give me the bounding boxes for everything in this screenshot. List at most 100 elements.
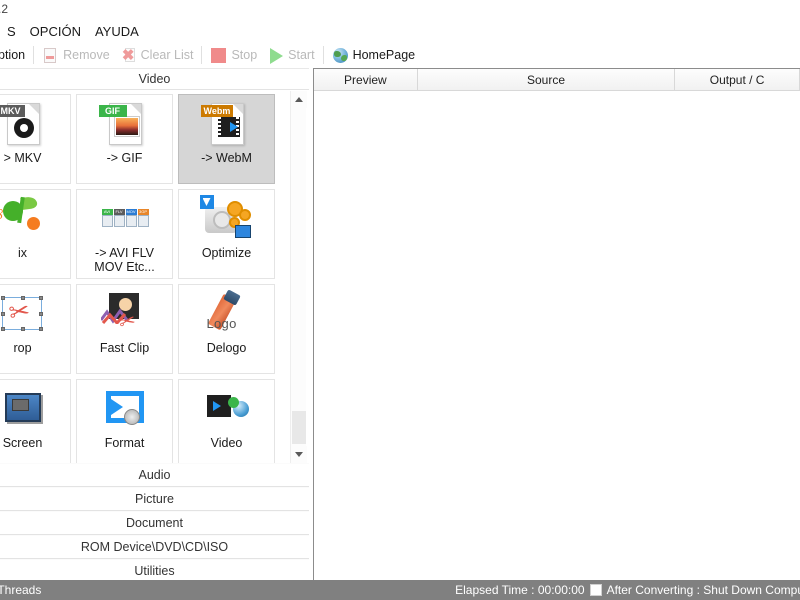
tile-grid-viewport: MKV > MKV GIF -> GIF Webm -> WebM ix AVI… (0, 91, 309, 463)
tile-screen-recorder[interactable]: Screen (0, 379, 71, 463)
toolbar-separator (33, 46, 35, 64)
tile-label: -> WebM (201, 151, 252, 165)
category-header-video[interactable]: Video (0, 68, 309, 90)
toolbar-option-label: ption (0, 48, 26, 62)
column-header-label: Source (527, 72, 566, 87)
toolbar-stop-label: Stop (231, 48, 258, 62)
tile-format-player[interactable]: Format (76, 379, 173, 463)
tile-label: ix (17, 246, 28, 260)
column-header-label: Output / C (709, 72, 765, 87)
toolbar-option-button[interactable]: ption (0, 43, 30, 67)
tile-mix[interactable]: 𝄶 ix (0, 189, 71, 279)
status-elapsed-time-label: Elapsed Time : 00:00:00 (455, 583, 585, 597)
category-label: Utilities (134, 564, 175, 578)
list-view-header: Preview Source Output / C (314, 69, 800, 91)
tile-label: -> AVI FLV MOV Etc... (94, 246, 155, 274)
crop-scissors-icon: ✂ (0, 290, 51, 340)
column-header-source[interactable]: Source (417, 69, 676, 91)
eraser-icon: Logo (199, 289, 255, 340)
tile-grid: MKV > MKV GIF -> GIF Webm -> WebM ix AVI… (0, 92, 278, 463)
tile-convert-mkv[interactable]: MKV > MKV (0, 94, 71, 184)
category-header-video-label: Video (138, 72, 171, 86)
stop-icon (210, 47, 227, 64)
gif-file-icon: GIF (97, 100, 153, 150)
tile-label: Video (210, 436, 243, 450)
menu-item-opcion[interactable]: OPCIÓN (23, 22, 88, 41)
tile-label: -> GIF (106, 151, 143, 165)
multi-format-icon: AVI FLV MOV 3GP (97, 195, 153, 245)
delogo-logo-text: Logo (206, 316, 237, 331)
status-threads-label: ulti-Threads (0, 583, 42, 597)
column-header-label: Preview (344, 72, 387, 87)
toolbar: ption Remove ✖ Clear List Stop Start Hom… (0, 42, 800, 68)
category-label: ROM Device\DVD\CD\ISO (80, 540, 229, 554)
category-item-rom-device[interactable]: ROM Device\DVD\CD\ISO (0, 535, 309, 559)
webm-file-icon: Webm (199, 100, 255, 150)
toolbar-clear-list-button[interactable]: ✖ Clear List (115, 43, 199, 67)
tile-label: Fast Clip (99, 341, 150, 355)
toolbar-remove-button[interactable]: Remove (37, 43, 115, 67)
left-panel: Video MKV > MKV GIF -> GIF Webm -> WebM … (0, 68, 309, 583)
toolbar-stop-button[interactable]: Stop (205, 43, 262, 67)
music-note-icon: 𝄶 (0, 195, 51, 245)
tile-label: Delogo (206, 341, 247, 355)
menu-bar: S OPCIÓN AYUDA (0, 21, 800, 42)
tile-convert-avi-flv-mov[interactable]: AVI FLV MOV 3GP -> AVI FLV MOV Etc... (76, 189, 173, 279)
video-downloader-icon (199, 385, 255, 435)
tile-fast-clip[interactable]: ✂ Fast Clip (76, 284, 173, 374)
toolbar-homepage-button[interactable]: HomePage (327, 43, 421, 67)
category-item-picture[interactable]: Picture (0, 487, 309, 511)
category-label: Picture (135, 492, 174, 506)
tile-convert-gif[interactable]: GIF -> GIF (76, 94, 173, 184)
scroll-down-arrow-icon[interactable] (291, 446, 307, 463)
toolbar-homepage-label: HomePage (352, 48, 416, 62)
tile-grid-scrollbar[interactable] (290, 91, 307, 463)
remove-icon (42, 47, 59, 64)
application-window: .2 S OPCIÓN AYUDA ption Remove ✖ Clear L… (0, 0, 800, 600)
optimize-icon (199, 195, 255, 245)
scrollbar-thumb[interactable] (292, 411, 306, 444)
tile-label: Format (104, 436, 145, 450)
category-item-audio[interactable]: Audio (0, 463, 309, 487)
menu-item-ayuda[interactable]: AYUDA (88, 22, 146, 41)
column-header-preview[interactable]: Preview (314, 69, 418, 91)
screen-recorder-icon (0, 385, 51, 435)
category-item-document[interactable]: Document (0, 511, 309, 535)
menu-item-truncated[interactable]: S (0, 22, 23, 41)
start-icon (267, 47, 284, 64)
toolbar-start-button[interactable]: Start (262, 43, 319, 67)
clear-list-icon: ✖ (121, 46, 135, 64)
globe-icon (332, 47, 349, 64)
category-label: Audio (138, 468, 171, 482)
tile-convert-webm[interactable]: Webm -> WebM (178, 94, 275, 184)
category-accordion: Audio Picture Document ROM Device\DVD\CD… (0, 463, 309, 583)
title-bar: .2 (0, 0, 800, 20)
tile-label: rop (13, 341, 32, 355)
after-converting-checkbox[interactable] (589, 584, 602, 596)
tile-label: Screen (2, 436, 43, 450)
status-bar: ulti-Threads Elapsed Time : 00:00:00 Aft… (0, 580, 800, 600)
tile-optimize[interactable]: Optimize (178, 189, 275, 279)
tile-crop[interactable]: ✂ rop (0, 284, 71, 374)
tile-video-downloader[interactable]: Video (178, 379, 275, 463)
list-view-body[interactable] (314, 91, 800, 580)
tile-delogo[interactable]: Logo Delogo (178, 284, 275, 374)
tile-label: > MKV (3, 151, 42, 165)
toolbar-separator (201, 46, 203, 64)
gp3-chip-label: 3GP (137, 209, 149, 215)
tile-label: Optimize (201, 246, 252, 260)
toolbar-clear-list-label: Clear List (140, 48, 194, 62)
conversion-list-panel: Preview Source Output / C (313, 68, 800, 580)
column-header-output[interactable]: Output / C (675, 69, 800, 91)
toolbar-start-label: Start (288, 48, 315, 62)
window-title: .2 (0, 2, 9, 16)
fast-clip-icon: ✂ (97, 290, 153, 340)
status-right-group: Elapsed Time : 00:00:00 After Converting… (455, 583, 800, 597)
mkv-file-icon: MKV (0, 100, 51, 150)
toolbar-separator (322, 46, 324, 64)
after-converting-label: After Converting : Shut Down Compu (606, 583, 800, 597)
format-player-icon (97, 385, 153, 435)
mov-chip-label: MOV (125, 209, 137, 215)
scroll-up-arrow-icon[interactable] (291, 91, 307, 108)
toolbar-remove-label: Remove (63, 48, 110, 62)
